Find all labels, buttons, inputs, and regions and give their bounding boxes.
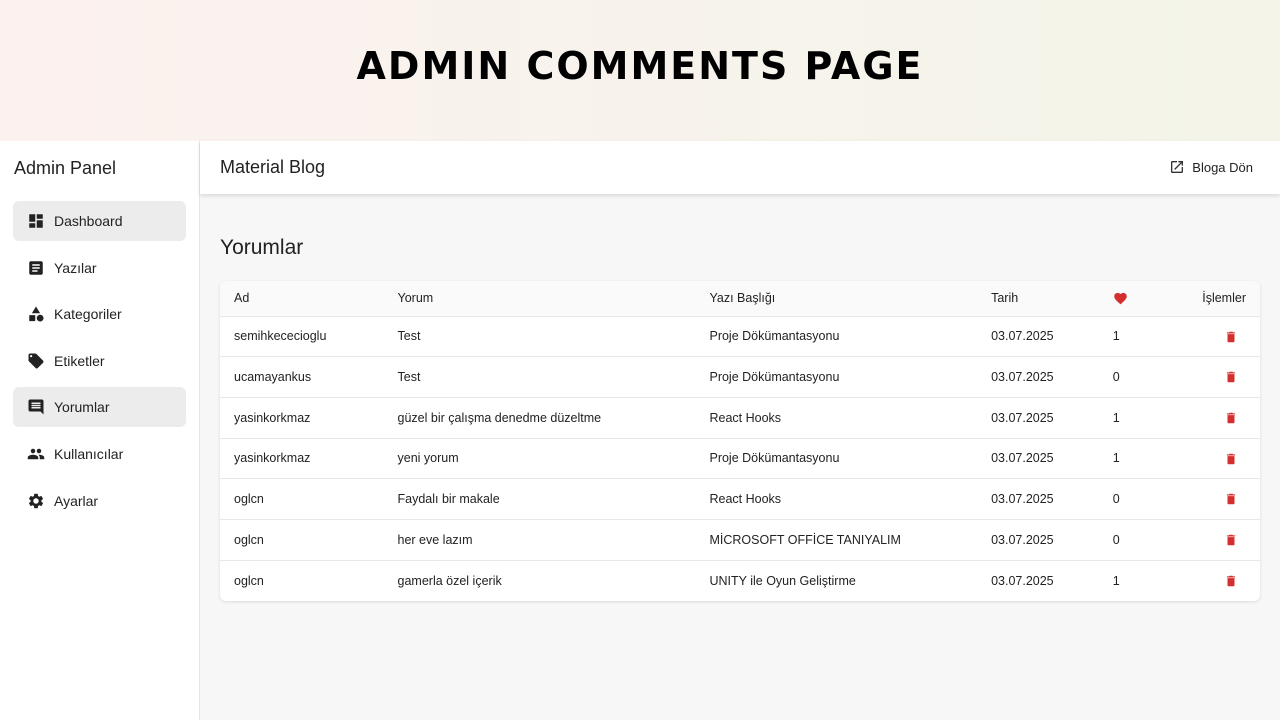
cell-islemler (1188, 356, 1260, 398)
article-icon (27, 259, 45, 277)
dashboard-icon (27, 212, 45, 230)
sidebar-title: Admin Panel (14, 158, 117, 178)
open-in-new-icon (1171, 161, 1184, 173)
table-row: ucamayankus Test Proje Dökümantasyonu 03… (220, 356, 1260, 398)
sidebar-item-label: Kategoriler (54, 306, 122, 323)
cell-tarih: 03.07.2025 (977, 356, 1099, 398)
gear-icon (27, 492, 45, 510)
banner-title: ADMIN COMMENTS PAGE (356, 44, 924, 88)
sidebar-item-label: Dashboard (54, 213, 123, 229)
table-row: oglcn gamerla özel içerik UNITY ile Oyun… (220, 560, 1260, 601)
sidebar-item-label: Yazılar (54, 259, 97, 276)
sidebar-item-kullanicilar[interactable]: Kullanıcılar (13, 434, 186, 474)
delete-icon[interactable] (1224, 573, 1238, 588)
tag-icon (27, 352, 45, 370)
cell-yazi-basligi: React Hooks (695, 478, 978, 520)
comments-table: Ad Yorum Yazı Başlığı Tarih İşlemler sem… (220, 281, 1260, 601)
sidebar-item-etiketler[interactable]: Etiketler (13, 341, 186, 381)
page-banner: ADMIN COMMENTS PAGE (0, 0, 1280, 141)
column-header-likes[interactable] (1098, 281, 1189, 317)
cell-likes: 0 (1098, 356, 1189, 398)
cell-islemler (1188, 438, 1260, 480)
category-icon (27, 305, 45, 323)
sidebar-item-yorumlar[interactable]: Yorumlar (13, 387, 186, 428)
cell-yorum: Test (383, 356, 696, 398)
back-to-blog-label: Bloga Dön (1192, 159, 1253, 175)
cell-islemler (1188, 519, 1260, 561)
cell-likes: 1 (1098, 397, 1189, 439)
table-row: yasinkorkmaz güzel bir çalışma denedme d… (220, 397, 1260, 439)
table-row: oglcn Faydalı bir makale React Hooks 03.… (220, 478, 1260, 520)
cell-yorum: güzel bir çalışma denedme düzeltme (383, 397, 696, 439)
people-icon (27, 445, 45, 463)
cell-tarih: 03.07.2025 (977, 438, 1099, 480)
comment-icon (27, 398, 45, 416)
cell-yorum: yeni yorum (383, 438, 696, 480)
column-header-islemler: İşlemler (1188, 281, 1260, 317)
sidebar-item-label: Yorumlar (54, 399, 110, 416)
cell-ad: oglcn (234, 573, 264, 588)
sidebar-item-label: Kullanıcılar (54, 445, 124, 462)
cell-likes: 1 (1098, 316, 1189, 358)
cell-ad: yasinkorkmaz (220, 397, 384, 439)
delete-icon[interactable] (1224, 492, 1238, 507)
cell-islemler (1188, 397, 1260, 439)
page-title: Yorumlar (220, 236, 304, 259)
cell-yorum: Faydalı bir makale (383, 478, 696, 520)
cell-yazi-basligi: UNITY ile Oyun Geliştirme (709, 573, 856, 588)
delete-icon[interactable] (1224, 370, 1238, 385)
sidebar-item-dashboard[interactable]: Dashboard (13, 201, 186, 241)
cell-likes: 0 (1098, 519, 1189, 561)
cell-likes: 1 (1112, 573, 1120, 588)
cell-ad: oglcn (220, 478, 384, 520)
sidebar-item-yazilar[interactable]: Yazılar (13, 248, 186, 288)
cell-yazi-basligi: Proje Dökümantasyonu (695, 316, 978, 358)
cell-tarih: 03.07.2025 (977, 478, 1099, 520)
cell-tarih: 03.07.2025 (991, 573, 1054, 588)
cell-tarih: 03.07.2025 (977, 397, 1099, 439)
cell-likes: 1 (1098, 438, 1189, 480)
sidebar-item-kategoriler[interactable]: Kategoriler (13, 294, 186, 334)
cell-ad: semihkececioglu (220, 316, 384, 358)
delete-icon[interactable] (1224, 451, 1238, 466)
sidebar-item-label: Ayarlar (54, 492, 99, 509)
table-header-row: Ad Yorum Yazı Başlığı Tarih İşlemler (220, 281, 1260, 317)
column-header-yazi-basligi[interactable]: Yazı Başlığı (695, 281, 978, 317)
sidebar-nav: Dashboard Yazılar Kategoriler Etiketler … (13, 201, 186, 527)
cell-tarih: 03.07.2025 (977, 316, 1099, 358)
column-header-ad[interactable]: Ad (220, 281, 384, 317)
table-row: yasinkorkmaz yeni yorum Proje Dökümantas… (220, 438, 1260, 480)
sidebar-item-ayarlar[interactable]: Ayarlar (13, 481, 186, 521)
cell-yorum: Test (383, 316, 696, 358)
back-to-blog-button[interactable]: Bloga Dön (1169, 159, 1253, 175)
delete-icon[interactable] (1224, 410, 1238, 425)
delete-icon[interactable] (1224, 532, 1238, 547)
cell-tarih: 03.07.2025 (977, 519, 1099, 561)
column-header-tarih[interactable]: Tarih (977, 281, 1099, 317)
cell-likes: 0 (1098, 478, 1189, 520)
heart-icon (1113, 291, 1128, 305)
app-title: Material Blog (220, 157, 326, 177)
sidebar-item-label: Etiketler (54, 352, 105, 369)
table-row: oglcn her eve lazım MİCROSOFT OFFİCE TAN… (220, 519, 1260, 561)
cell-yorum: her eve lazım (383, 519, 696, 561)
cell-yazi-basligi: MİCROSOFT OFFİCE TANIYALIM (695, 519, 978, 561)
column-header-yorum[interactable]: Yorum (383, 281, 696, 317)
sidebar: Admin Panel Dashboard Yazılar Kategorile… (0, 141, 200, 720)
cell-ad: oglcn (220, 519, 384, 561)
cell-yorum: gamerla özel içerik (397, 573, 502, 588)
cell-islemler (1188, 478, 1260, 520)
app-bar: Material Blog Bloga Dön (200, 141, 1280, 194)
comments-table-card: Ad Yorum Yazı Başlığı Tarih İşlemler sem… (220, 281, 1260, 601)
cell-yazi-basligi: React Hooks (695, 397, 978, 439)
main-content: Material Blog Bloga Dön Yorumlar Ad Yoru… (200, 141, 1280, 720)
cell-islemler (1188, 560, 1260, 601)
cell-yazi-basligi: Proje Dökümantasyonu (695, 356, 978, 398)
cell-yazi-basligi: Proje Dökümantasyonu (695, 438, 978, 480)
cell-islemler (1188, 316, 1260, 358)
cell-ad: ucamayankus (220, 356, 384, 398)
cell-ad: yasinkorkmaz (220, 438, 384, 480)
delete-icon[interactable] (1224, 329, 1238, 344)
table-row: semihkececioglu Test Proje Dökümantasyon… (220, 316, 1260, 358)
